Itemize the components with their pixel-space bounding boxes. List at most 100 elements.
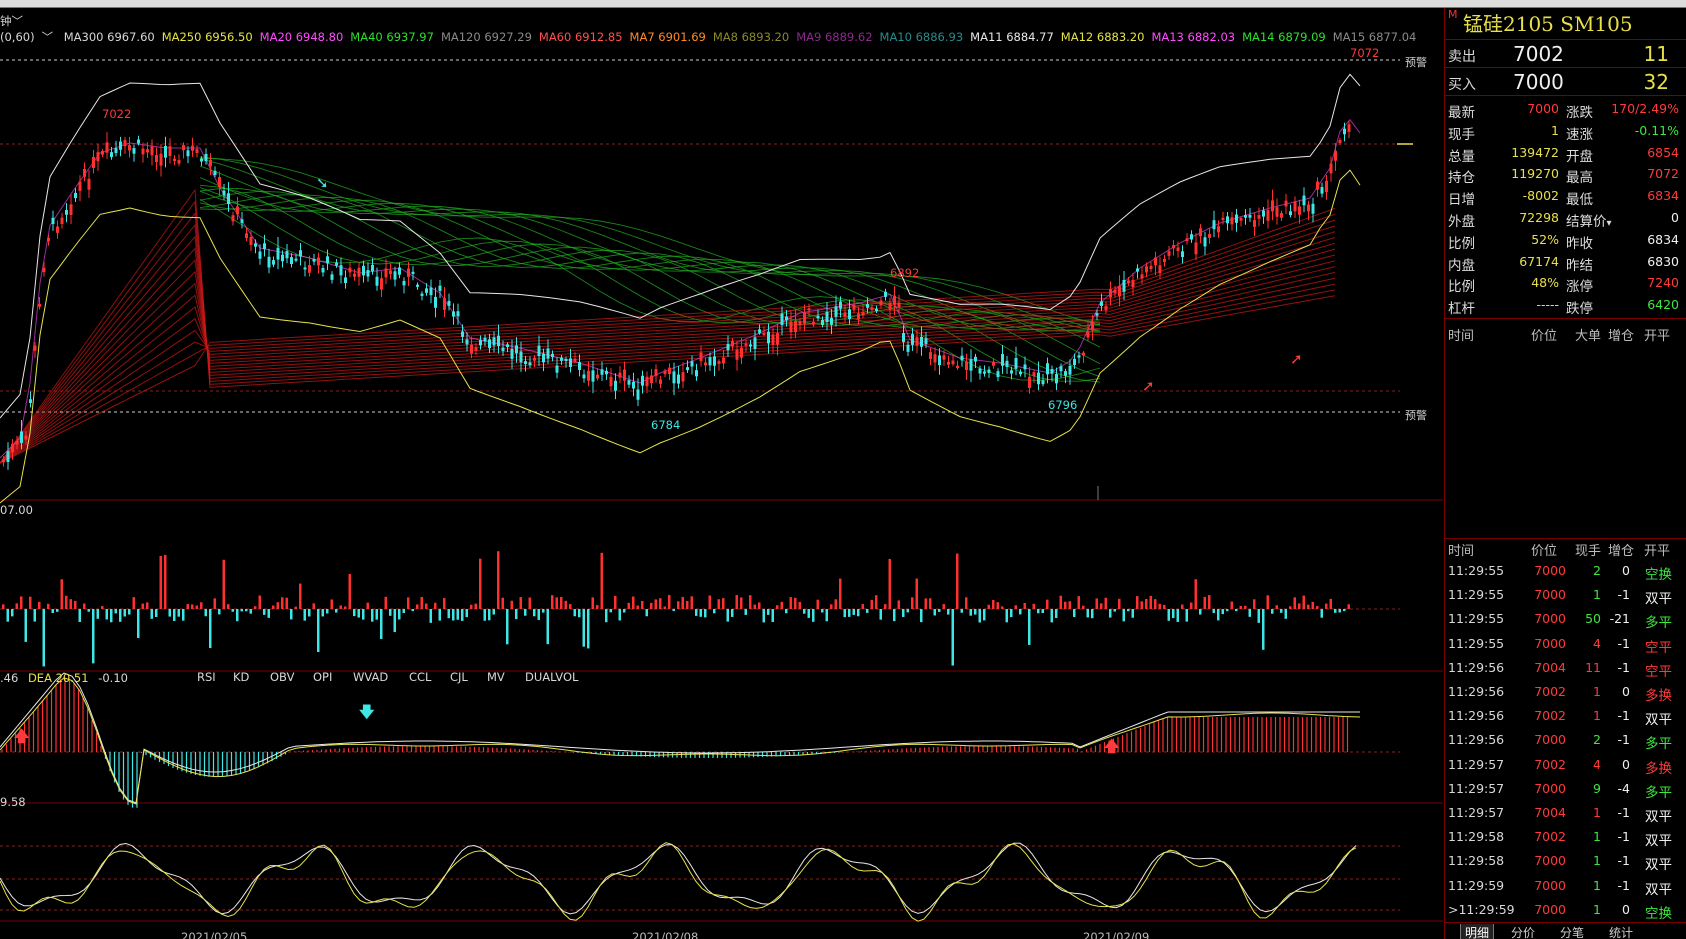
- volume-bar: [159, 556, 162, 609]
- trade-row[interactable]: 11:29:56 7002 1 0 多换: [1445, 681, 1686, 705]
- indicator-tab-dualvol[interactable]: DUALVOL: [525, 670, 578, 684]
- indicator-tab-rsi[interactable]: RSI: [197, 670, 216, 684]
- volume-bar: [528, 597, 531, 609]
- candle-body: [1136, 268, 1139, 272]
- ma-legend-item[interactable]: MA10 6886.93: [880, 30, 964, 44]
- indicator-tab-mv[interactable]: MV: [487, 670, 505, 684]
- candle-body: [1064, 371, 1067, 376]
- ma-legend-item[interactable]: MA15 6877.04: [1333, 30, 1417, 44]
- candle-body: [843, 312, 847, 317]
- indicator-tab-ccl[interactable]: CCL: [409, 670, 431, 684]
- ma-legend-item[interactable]: MA250 6956.50: [162, 30, 253, 44]
- trade-row[interactable]: 11:29:57 7000 9 -4 多平: [1445, 778, 1686, 802]
- tab-price[interactable]: 分价: [1511, 924, 1535, 939]
- ma-legend-item[interactable]: MA60 6912.85: [539, 30, 623, 44]
- column-header[interactable]: 时间: [1448, 325, 1474, 344]
- ma-legend-item[interactable]: MA13 6882.03: [1151, 30, 1235, 44]
- trade-row[interactable]: 11:29:58 7000 1 -1 双平: [1445, 850, 1686, 874]
- volume-bar: [186, 604, 189, 609]
- candle-body: [1010, 370, 1013, 374]
- trade-price: 7002: [1534, 708, 1566, 724]
- ma-legend-item[interactable]: MA20 6948.80: [260, 30, 344, 44]
- ma-legend-item[interactable]: MA7 6901.69: [630, 30, 706, 44]
- column-header[interactable]: 价位: [1531, 325, 1557, 344]
- trade-row[interactable]: 11:29:56 7000 2 -1 多平: [1445, 729, 1686, 753]
- candle-body: [15, 440, 19, 445]
- contract-title[interactable]: M 锰硅2105 SM105: [1445, 8, 1686, 40]
- quote-label: 外盘: [1448, 214, 1475, 230]
- chevron-down-icon[interactable]: ﹀: [42, 30, 54, 44]
- trade-hand: 1: [1593, 708, 1601, 724]
- column-header[interactable]: 开平: [1644, 325, 1670, 344]
- candle-body: [339, 265, 343, 276]
- indicator-tab-obv[interactable]: OBV: [270, 670, 294, 684]
- trade-row[interactable]: 11:29:55 7000 4 -1 空平: [1445, 633, 1686, 657]
- trade-oi-change: -1: [1617, 732, 1630, 748]
- ma-legend-item[interactable]: MA9 6889.62: [796, 30, 872, 44]
- sell-row[interactable]: 卖出 7002 11: [1445, 41, 1686, 68]
- trade-row[interactable]: 11:29:59 7000 1 -1 双平: [1445, 875, 1686, 899]
- tab-tick[interactable]: 分笔: [1560, 924, 1584, 939]
- column-header[interactable]: 大单: [1575, 325, 1601, 344]
- ma-legend-item[interactable]: MA120 6927.29: [441, 30, 532, 44]
- volume-bar: [375, 609, 378, 620]
- trade-row[interactable]: >11:29:59 7000 1 0 空换: [1445, 899, 1686, 923]
- buy-row[interactable]: 买入 7000 32: [1445, 69, 1686, 96]
- column-header[interactable]: 时间: [1448, 540, 1474, 559]
- trade-time: 11:29:59: [1448, 877, 1505, 893]
- candle-body: [150, 146, 154, 156]
- trade-row[interactable]: 11:29:56 7004 11 -1 空平: [1445, 657, 1686, 681]
- tab-detail[interactable]: 明细: [1460, 924, 1495, 939]
- trade-row[interactable]: 11:29:57 7004 1 -1 双平: [1445, 802, 1686, 826]
- volume-bar: [1262, 609, 1265, 650]
- trade-price: 7000: [1534, 780, 1566, 796]
- period-label[interactable]: 钟﹀: [0, 13, 23, 29]
- volume-bar: [758, 602, 761, 609]
- trade-price: 7000: [1534, 563, 1566, 578]
- indicator-tab-cjl[interactable]: CJL: [450, 670, 468, 684]
- indicator-tab-kd[interactable]: KD: [233, 670, 249, 684]
- volume-bar: [294, 606, 297, 609]
- tab-stats[interactable]: 统计: [1609, 924, 1633, 939]
- warning-line-label[interactable]: 预警: [1405, 54, 1427, 70]
- chevron-down-icon[interactable]: ﹀: [12, 14, 24, 28]
- trade-row[interactable]: 11:29:55 7000 1 -1 双平: [1445, 584, 1686, 608]
- volume-bar: [1163, 604, 1166, 609]
- kline-chart-area[interactable]: 钟﹀ (0,60) ﹀ MA300 6967.60 MA250 6956.50 MA2…: [0, 8, 1443, 939]
- candle-body: [461, 331, 464, 337]
- candle-body: [384, 268, 388, 278]
- ma-legend-item[interactable]: MA12 6883.20: [1061, 30, 1145, 44]
- column-header[interactable]: 开平: [1644, 540, 1670, 559]
- ma-legend-item[interactable]: MA14 6879.09: [1242, 30, 1326, 44]
- volume-bar: [668, 595, 671, 609]
- column-header[interactable]: 价位: [1531, 540, 1557, 559]
- quote-label: 杠杆: [1448, 301, 1475, 318]
- candle-body: [375, 276, 379, 286]
- ma-legend-item[interactable]: MA40 6937.97: [350, 30, 434, 44]
- trade-price: 7002: [1534, 829, 1566, 845]
- volume-bar: [434, 602, 437, 609]
- dropdown-arrow-icon[interactable]: ▾: [1607, 218, 1612, 229]
- chart-canvas[interactable]: [0, 8, 1443, 939]
- warning-line-label[interactable]: 预警: [1405, 407, 1427, 423]
- column-header[interactable]: 现手: [1575, 540, 1601, 559]
- indicator-tab-opi[interactable]: OPI: [313, 670, 332, 684]
- ma-legend-item[interactable]: MA8 6893.20: [713, 30, 789, 44]
- trade-row[interactable]: 11:29:55 7000 2 0 空换: [1445, 560, 1686, 584]
- trade-row[interactable]: 11:29:57 7002 4 0 多换: [1445, 754, 1686, 778]
- trade-row[interactable]: 11:29:56 7002 1 -1 双平: [1445, 705, 1686, 729]
- trade-row[interactable]: 11:29:55 7000 50 -21 多平: [1445, 608, 1686, 632]
- ma-legend-item[interactable]: MA11 6884.77: [970, 30, 1054, 44]
- column-header[interactable]: 增仓: [1608, 325, 1634, 344]
- volume-bar: [137, 609, 140, 639]
- column-header[interactable]: 增仓: [1608, 540, 1634, 559]
- candle-body: [1037, 372, 1040, 385]
- candle-body: [515, 345, 518, 354]
- ma-legend-item[interactable]: MA300 6967.60: [64, 30, 155, 44]
- candle-body: [947, 361, 950, 365]
- candle-body: [884, 291, 887, 297]
- volume-bar: [1212, 609, 1215, 613]
- trade-time: 11:29:57: [1448, 780, 1505, 796]
- indicator-tab-wvad[interactable]: WVAD: [353, 670, 388, 684]
- trade-row[interactable]: 11:29:58 7002 1 -1 双平: [1445, 826, 1686, 850]
